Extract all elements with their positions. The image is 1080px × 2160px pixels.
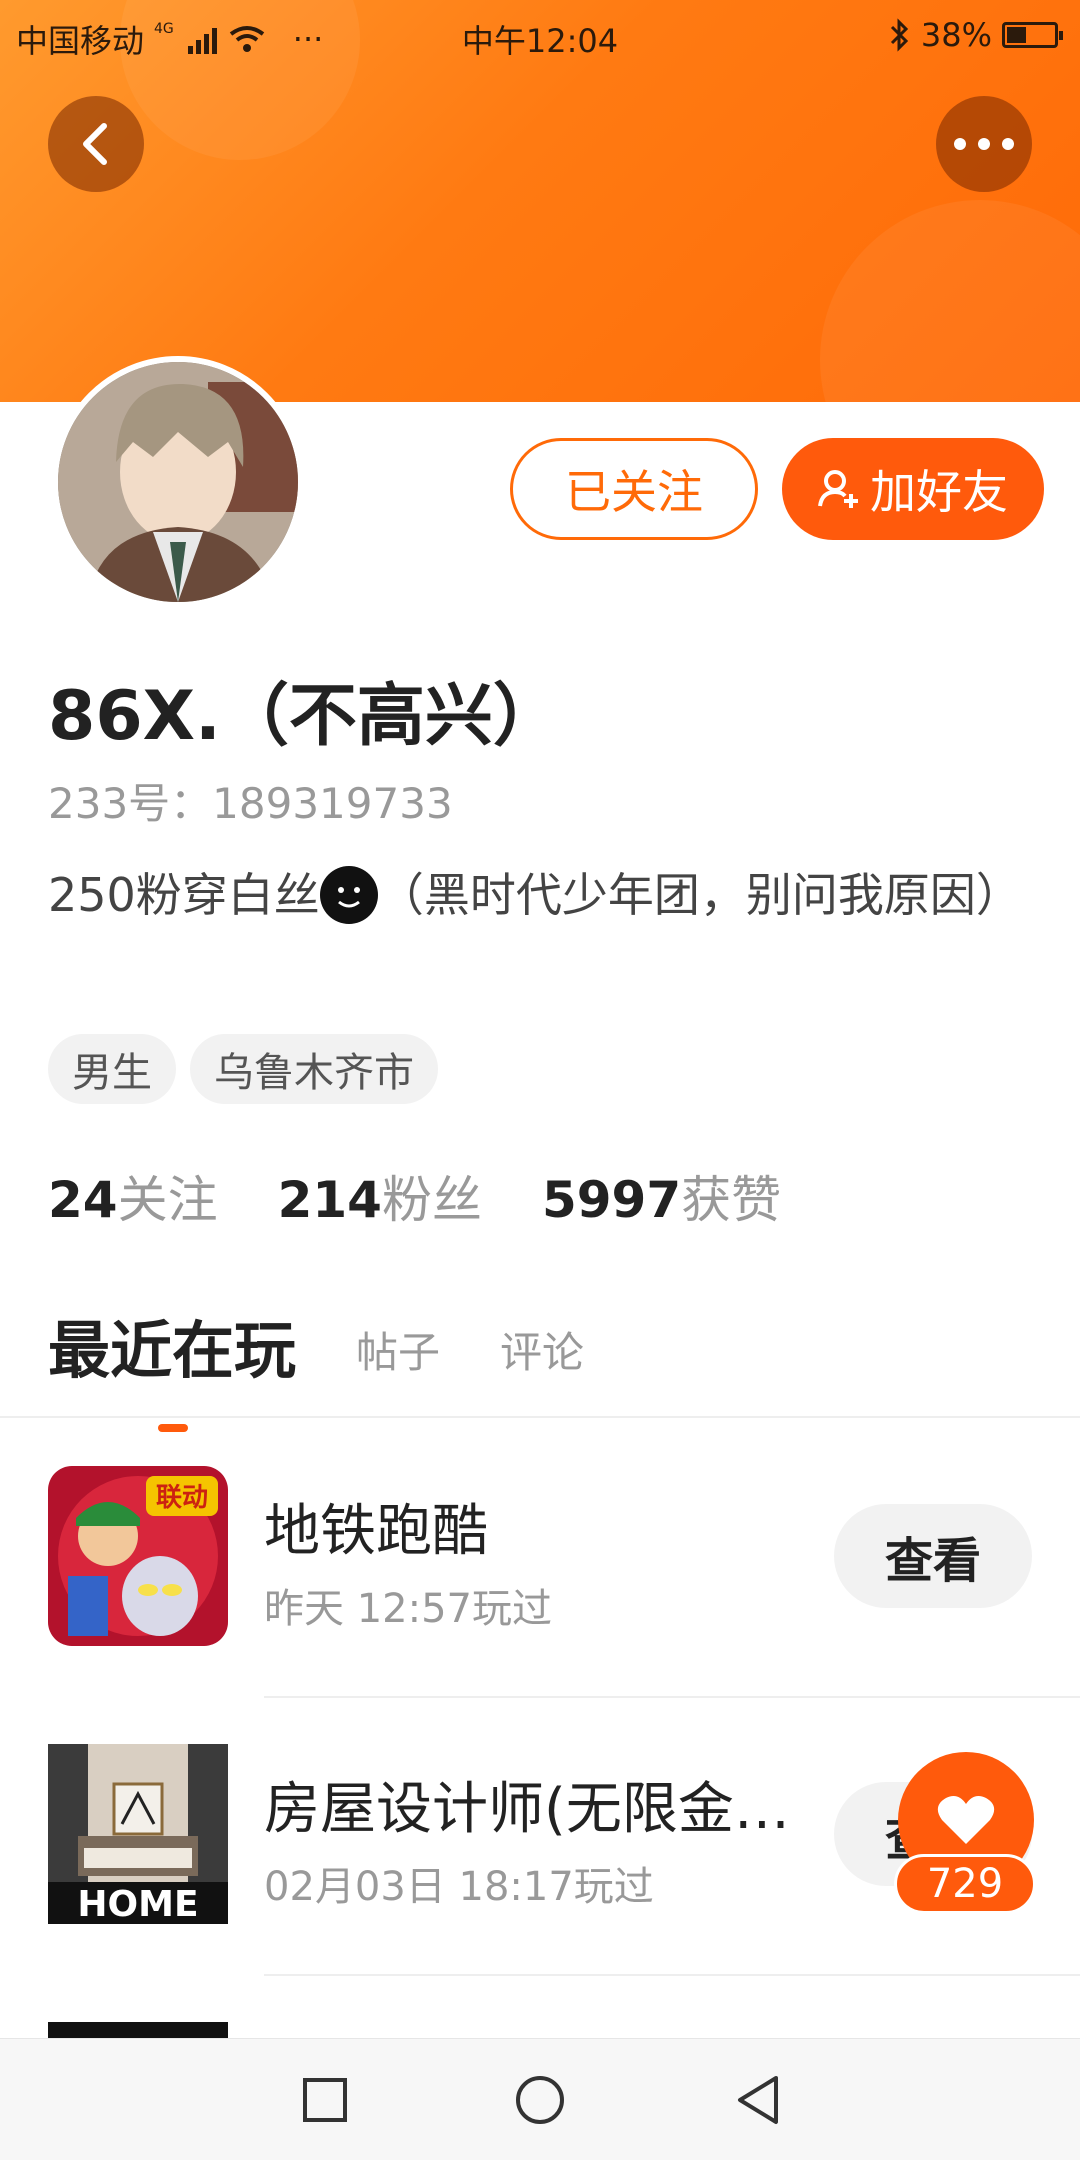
stat-likes-label: 获赞 [681, 1171, 782, 1229]
followed-label: 已关注 [565, 465, 703, 519]
triangle-back-icon [738, 2076, 778, 2124]
add-friend-button[interactable]: 加好友 [782, 438, 1044, 540]
stat-following-count: 24 [48, 1171, 118, 1229]
stat-likes: 5997获赞 [542, 1160, 781, 1232]
gender-tag: 男生 [48, 1034, 176, 1104]
battery-icon [1002, 22, 1063, 48]
add-user-icon [818, 470, 858, 508]
profile-name: 86X.（不高兴） [48, 677, 561, 756]
more-dots-icon [954, 138, 1014, 150]
stat-likes-count: 5997 [541, 1171, 682, 1229]
followed-button[interactable]: 已关注 [510, 438, 758, 540]
game-last-played: 昨天 12:57玩过 [264, 1586, 552, 1632]
home-button[interactable] [505, 2065, 575, 2135]
profile-stats: 24关注 214粉丝 5997获赞 [48, 1160, 781, 1232]
game-last-played: 02月03日 18:17玩过 [264, 1864, 654, 1910]
game-badge-text: HOME [77, 1884, 198, 1924]
avatar-image [58, 362, 298, 602]
battery-percent: 38% [920, 16, 992, 54]
back-nav-button[interactable] [722, 2065, 792, 2135]
bio-text-start: 250粉穿白丝 [48, 868, 320, 922]
tab-posts[interactable]: 帖子 [356, 1319, 440, 1390]
bio-text-end: （黑时代少年团，别问我原因） [377, 868, 1022, 922]
square-icon [303, 2078, 347, 2122]
game-badge-text: 联动 [156, 1483, 208, 1513]
profile-tags: 男生 乌鲁木齐市 [48, 1034, 438, 1104]
chevron-left-icon [83, 123, 107, 165]
stat-followers-count: 214 [277, 1171, 382, 1229]
location-tag: 乌鲁木齐市 [190, 1034, 438, 1104]
tab-comments[interactable]: 评论 [500, 1319, 584, 1390]
game-icon-partial [48, 2022, 228, 2038]
back-button[interactable] [48, 96, 144, 192]
row-divider [264, 1974, 1080, 1976]
status-bar: 中国移动 4G ··· 中午12:04 38% [0, 0, 1080, 74]
tabs-divider [0, 1416, 1080, 1418]
recents-button[interactable] [290, 2065, 360, 2135]
profile-tabs: 最近在玩 帖子 评论 [48, 1300, 584, 1432]
avatar[interactable] [52, 356, 304, 608]
add-friend-label: 加好友 [870, 465, 1008, 519]
bluetooth-icon [890, 18, 908, 52]
more-options-button[interactable] [936, 96, 1032, 192]
profile-bio: 250粉穿白丝 （黑时代少年团，别问我原因） [48, 862, 1038, 928]
system-nav-bar [0, 2038, 1080, 2160]
game-title: 地铁跑酷 [264, 1499, 488, 1564]
stat-followers[interactable]: 214粉丝 [278, 1160, 482, 1232]
stat-following[interactable]: 24关注 [48, 1160, 218, 1232]
view-button[interactable]: 查看 [834, 1504, 1032, 1608]
like-count-badge: 729 [894, 1854, 1036, 1914]
smiley-emoji-icon [319, 865, 378, 924]
tab-recently-played[interactable]: 最近在玩 [48, 1300, 296, 1432]
game-title: 房屋设计师(无限金… [264, 1777, 790, 1842]
game-icon-subway-surfers: 联动 [48, 1466, 228, 1646]
stat-following-label: 关注 [117, 1171, 218, 1229]
profile-uid[interactable]: 233号：189319733 [48, 770, 453, 831]
stat-followers-label: 粉丝 [381, 1171, 482, 1229]
heart-icon [937, 1796, 995, 1844]
game-icon-house-designer: HOME [48, 1744, 228, 1924]
row-divider [264, 1696, 1080, 1698]
circle-icon [516, 2076, 564, 2124]
